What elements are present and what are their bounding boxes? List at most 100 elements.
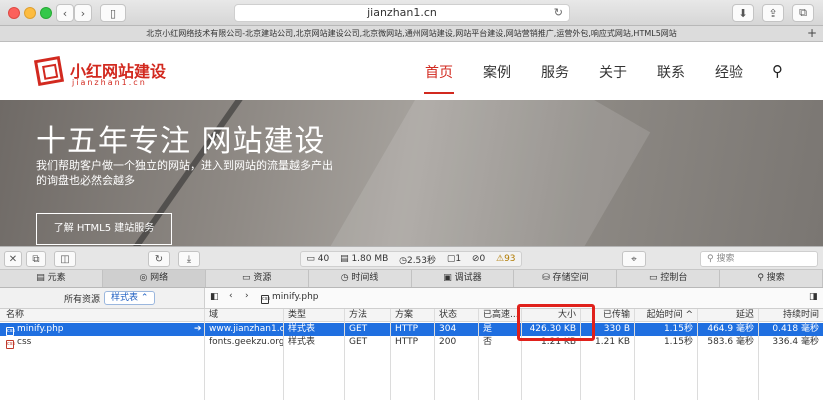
chevron-left-icon[interactable]: ‹	[229, 291, 233, 301]
column-divider[interactable]	[283, 309, 284, 400]
document-icon: ▭	[306, 254, 315, 264]
close-inspector-button[interactable]: ✕	[4, 251, 22, 267]
nav-item-cases[interactable]: 案例	[483, 62, 511, 82]
go-to-resource-icon[interactable]: ➔	[190, 323, 204, 336]
tab-console[interactable]: ▭ 控制台	[617, 270, 721, 287]
hero-cta-button[interactable]: 了解 HTML5 建站服务	[36, 213, 172, 245]
resource-count[interactable]: ▭ 40	[306, 254, 329, 264]
column-header-duration[interactable]: 持续时间	[759, 309, 823, 322]
column-divider[interactable]	[478, 309, 479, 400]
column-header-scheme[interactable]: 方案	[391, 309, 434, 322]
elements-icon: ▤	[36, 273, 45, 283]
dock-icon: ◫	[60, 253, 70, 265]
size-icon: ▤	[340, 254, 349, 264]
page-stats-bar: ▭ 40 ▤ 1.80 MB ◷2.53秒 ▢1 ⊘0 ⚠93	[300, 251, 522, 267]
dock-inspector-button[interactable]: ◫	[54, 251, 76, 267]
reload-page-button[interactable]: ↻	[148, 251, 170, 267]
column-divider[interactable]	[634, 309, 635, 400]
forward-button[interactable]: ›	[74, 4, 92, 22]
search-icon[interactable]: ⚲	[772, 62, 783, 80]
column-header-domain[interactable]: 域	[205, 309, 283, 322]
share-button[interactable]: ⇪	[762, 4, 784, 22]
tab-network[interactable]: ◎ 网络	[102, 270, 206, 287]
nav-item-experience[interactable]: 经验	[715, 62, 743, 82]
download-icon: ⤓	[186, 253, 192, 265]
column-header-type[interactable]: 类型	[284, 309, 344, 322]
load-time[interactable]: ◷2.53秒	[399, 253, 436, 266]
column-header-status[interactable]: 状态	[435, 309, 478, 322]
total-size[interactable]: ▤ 1.80 MB	[340, 254, 388, 264]
table-header-row: 名称 域 类型 方法 方案 状态 已高速... 大小 已传输 起始时间 ^ 延迟…	[0, 309, 823, 322]
tab-timeline[interactable]: ◷ 时间线	[309, 270, 412, 287]
nav-item-contact[interactable]: 联系	[657, 62, 685, 82]
details-sidebar-icon[interactable]: ◨	[809, 292, 818, 302]
chevron-right-icon: ›	[80, 6, 86, 20]
zoom-window-button[interactable]	[40, 7, 52, 19]
reload-icon[interactable]: ↻	[554, 5, 563, 21]
column-header-method[interactable]: 方法	[345, 309, 390, 322]
column-header-latency[interactable]: 延迟	[698, 309, 758, 322]
address-bar[interactable]: jianzhan1.cn ↻	[234, 4, 570, 22]
log-count[interactable]: ▢1	[447, 254, 461, 264]
sidebar-button[interactable]: ▯	[100, 4, 126, 22]
tab-resources[interactable]: ▭ 资源	[206, 270, 309, 287]
new-tab-icon[interactable]: +	[807, 26, 817, 41]
sidebar-toggle-icon[interactable]: ◧	[210, 292, 219, 302]
warning-count[interactable]: ⚠93	[496, 254, 516, 264]
row-cached-cell: 是	[483, 324, 493, 334]
chevron-right-icon[interactable]: ›	[245, 291, 249, 301]
tabs-overview-button[interactable]: ⧉	[792, 4, 814, 22]
nav-item-about[interactable]: 关于	[599, 62, 627, 82]
downloads-button[interactable]: ⬇	[732, 4, 754, 22]
tab-search[interactable]: ⚲ 搜索	[720, 270, 823, 287]
filter-all-resources[interactable]: 所有资源	[64, 292, 100, 305]
column-divider[interactable]	[344, 309, 345, 400]
tab-storage[interactable]: ⛁ 存储空间	[514, 270, 618, 287]
column-header-cached[interactable]: 已高速...	[479, 309, 521, 322]
stylesheet-file-icon: css	[261, 295, 270, 304]
column-header-start-time[interactable]: 起始时间 ^	[635, 309, 697, 322]
row-name-cell: css css	[6, 337, 32, 349]
search-icon: ⚲	[707, 254, 714, 264]
url-text: jianzhan1.cn	[367, 6, 437, 19]
stylesheet-file-icon: css	[6, 340, 15, 349]
close-icon: ✕	[8, 253, 18, 265]
inspector-search-input[interactable]: ⚲ 搜索	[700, 251, 818, 267]
row-type-cell: 样式表	[288, 337, 316, 347]
element-picker-button[interactable]: ⌖	[622, 251, 646, 267]
crosshair-icon: ⌖	[631, 253, 637, 265]
stylesheet-file-icon: css	[6, 327, 15, 336]
column-divider[interactable]	[390, 309, 391, 400]
column-divider[interactable]	[758, 309, 759, 400]
chevron-updown-icon: ⌃	[140, 293, 149, 303]
detach-inspector-button[interactable]: ⧉	[26, 251, 46, 267]
column-header-name[interactable]: 名称	[2, 309, 204, 322]
minimize-window-button[interactable]	[24, 7, 36, 19]
annotation-highlight-box	[517, 304, 595, 341]
table-row[interactable]: css css fonts.geekzu.org 样式表 GET HTTP 200…	[0, 336, 823, 349]
nav-item-services[interactable]: 服务	[541, 62, 569, 82]
resource-type-select[interactable]: 样式表 ⌃	[104, 291, 156, 305]
network-table: 名称 域 类型 方法 方案 状态 已高速... 大小 已传输 起始时间 ^ 延迟…	[0, 309, 823, 400]
table-row-selected[interactable]: css minify.php ➔ www.jianzhan1.cn 样式表 GET…	[0, 323, 823, 336]
download-archive-button[interactable]: ⤓	[178, 251, 200, 267]
back-button[interactable]: ‹	[56, 4, 74, 22]
tab-elements[interactable]: ▤ 元素	[0, 270, 103, 287]
path-breadcrumb[interactable]: css minify.php	[261, 292, 319, 304]
tab-debugger[interactable]: ▣ 调试器	[412, 270, 515, 287]
row-domain-cell: www.jianzhan1.cn	[209, 324, 283, 334]
column-divider[interactable]	[434, 309, 435, 400]
logo-icon	[33, 55, 65, 87]
column-divider[interactable]	[204, 309, 205, 400]
column-divider[interactable]	[697, 309, 698, 400]
nav-item-home[interactable]: 首页	[425, 62, 453, 82]
resources-icon: ▭	[241, 273, 251, 283]
path-bar: ◧ ‹ › css minify.php ◨	[205, 288, 823, 309]
windows-icon: ⧉	[32, 253, 40, 265]
error-count[interactable]: ⊘0	[472, 254, 485, 264]
close-window-button[interactable]	[8, 7, 20, 19]
row-scheme-cell: HTTP	[395, 324, 419, 334]
row-method-cell: GET	[349, 324, 368, 334]
row-type-cell: 样式表	[288, 324, 316, 334]
row-start-cell: 1.15秒	[663, 324, 693, 334]
